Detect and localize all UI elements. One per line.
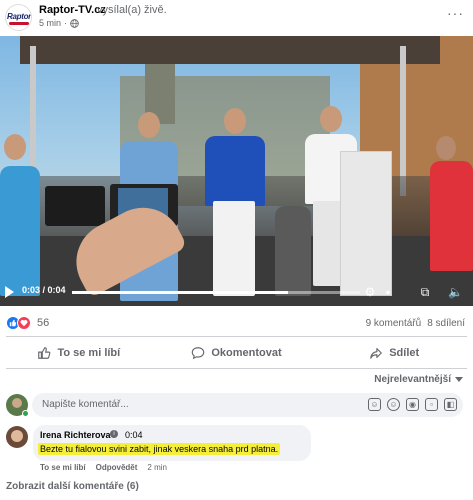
post-stats: 9 komentářů 8 sdílení xyxy=(366,318,465,329)
comment-button[interactable]: Okomentovat xyxy=(158,338,316,368)
reactions-summary[interactable]: 56 xyxy=(6,316,49,330)
chevron-down-icon xyxy=(455,377,463,382)
comment-reply-link[interactable]: Odpovědět xyxy=(96,463,138,472)
comment-button-label: Okomentovat xyxy=(211,347,282,359)
comment-video-timestamp[interactable]: 0:04 xyxy=(125,430,143,440)
share-icon xyxy=(370,348,383,359)
sort-label: Nejrelevantnější xyxy=(374,374,451,385)
video-person xyxy=(430,161,473,271)
avatar-sticker-icon[interactable]: ☺ xyxy=(368,398,381,411)
share-button[interactable]: Sdílet xyxy=(315,338,473,368)
post-actions: To se mi líbí Okomentovat Sdílet xyxy=(0,338,473,368)
video-podium xyxy=(340,151,392,296)
video-person-head xyxy=(224,108,246,134)
comment-input[interactable]: Napište komentář... ☺ ☺ ◉ ▫ ◧ xyxy=(32,393,463,417)
comment-author[interactable]: Irena Richterova xyxy=(40,430,111,440)
shares-count-link[interactable]: 8 sdílení xyxy=(427,318,465,329)
video-person xyxy=(275,206,311,296)
online-status-dot xyxy=(22,410,29,417)
comment-actions: To se mi líbí Odpovědět 2 min xyxy=(40,463,167,472)
video-controls: 0:03 / 0:04 ⚙ ▪ ⧉ 🔈 xyxy=(0,284,473,304)
video-person-head xyxy=(320,106,342,132)
commenter-avatar[interactable] xyxy=(6,426,28,448)
comment-icon xyxy=(192,347,205,360)
info-icon: i xyxy=(110,430,118,438)
comment-sort-dropdown[interactable]: Nejrelevantnější xyxy=(374,374,463,385)
comment-bubble: Irena Richterova i 0:04 Bezte tu fialovo… xyxy=(33,425,311,461)
reaction-count: 56 xyxy=(37,317,50,329)
page-name-link[interactable]: Raptor-TV.cz xyxy=(39,4,106,16)
comments-count-link[interactable]: 9 komentářů xyxy=(366,318,422,329)
video-person-head xyxy=(4,134,26,160)
gif-icon[interactable]: ▫ xyxy=(425,398,438,411)
divider xyxy=(6,336,467,337)
like-button-label: To se mi líbí xyxy=(57,347,121,359)
video-person-legs xyxy=(213,201,255,296)
comment-time[interactable]: 2 min xyxy=(147,463,167,472)
page-logo-text: RaptorTV xyxy=(7,12,31,21)
video-player[interactable]: 0:03 / 0:04 ⚙ ▪ ⧉ 🔈 xyxy=(0,36,473,306)
post-header: RaptorTV Raptor-TV.cz vysílal(a) živě. 5… xyxy=(0,0,473,34)
comment-text: Bezte tu fialovou svini zabit, jinak ves… xyxy=(38,443,281,455)
dot-separator: · xyxy=(64,18,68,28)
globe-icon xyxy=(70,18,79,28)
logo-swoosh xyxy=(9,22,29,25)
camera-icon[interactable]: ◉ xyxy=(406,398,419,411)
comment-like-link[interactable]: To se mi líbí xyxy=(40,463,86,472)
video-stage-frame xyxy=(400,46,406,196)
video-progress-fill xyxy=(72,291,288,294)
settings-icon[interactable]: ⚙ xyxy=(363,285,377,299)
love-reaction-icon xyxy=(17,316,31,330)
page-avatar[interactable]: RaptorTV xyxy=(5,4,32,31)
view-more-comments-link[interactable]: Zobrazit další komentáře (6) xyxy=(6,481,139,492)
emoji-icon[interactable]: ☺ xyxy=(387,398,400,411)
composer-icons: ☺ ☺ ◉ ▫ ◧ xyxy=(368,398,457,411)
post-time[interactable]: 5 min xyxy=(39,18,61,28)
video-person xyxy=(205,136,265,206)
video-person-head xyxy=(138,112,160,138)
divider xyxy=(6,368,467,369)
hd-icon[interactable]: ▪ xyxy=(381,285,395,299)
miniplayer-icon[interactable]: ⧉ xyxy=(418,285,432,299)
play-icon[interactable] xyxy=(5,286,14,298)
post-meta: 5 min · xyxy=(39,18,79,28)
comment-input-placeholder: Napište komentář... xyxy=(42,399,129,410)
video-person-head xyxy=(436,136,456,160)
volume-icon[interactable]: 🔈 xyxy=(448,285,463,299)
video-progress-bar[interactable] xyxy=(72,291,360,294)
video-camera xyxy=(45,186,105,226)
thumbs-up-icon xyxy=(38,347,51,359)
video-person xyxy=(0,166,40,296)
post-action-text: vysílal(a) živě. xyxy=(97,4,167,16)
video-stage-roof xyxy=(20,36,440,64)
sticker-icon[interactable]: ◧ xyxy=(444,398,457,411)
more-options-icon[interactable]: ··· xyxy=(447,6,464,20)
share-button-label: Sdílet xyxy=(389,347,420,359)
video-time: 0:03 / 0:04 xyxy=(22,285,66,295)
like-button[interactable]: To se mi líbí xyxy=(0,338,158,368)
